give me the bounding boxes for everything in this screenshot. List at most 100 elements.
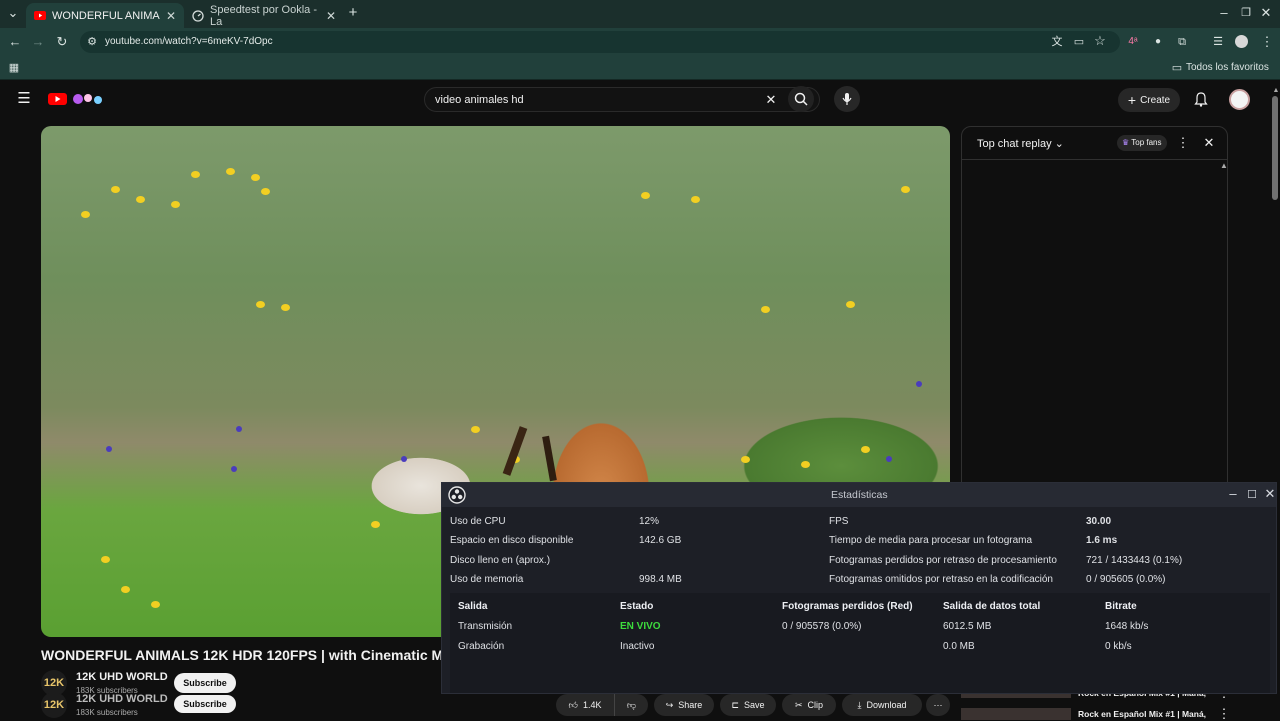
- tab-strip: ⌄ WONDERFUL ANIMA ✕ Speedtest por Ookla …: [0, 0, 1280, 28]
- subscribe-button[interactable]: Subscribe: [174, 673, 236, 693]
- channel-name[interactable]: 12K UHD WORLD: [76, 693, 168, 705]
- recommended-title[interactable]: Rock en Español Mix #1 | Maná,: [1078, 709, 1206, 719]
- share-icon: ↪: [665, 699, 674, 710]
- all-bookmarks-link[interactable]: Todos los favoritos: [1186, 62, 1269, 73]
- top-fans-label: Top fans: [1131, 138, 1162, 147]
- stat-skipped-frames-value: 0 / 905605 (0.0%): [1086, 574, 1166, 585]
- profile-avatar[interactable]: [1235, 35, 1248, 48]
- clear-search-icon[interactable]: ✕: [763, 93, 779, 107]
- more-actions-button[interactable]: ⋯: [926, 694, 950, 716]
- row-status: Inactivo: [620, 641, 655, 652]
- tab-youtube[interactable]: WONDERFUL ANIMA ✕: [26, 3, 184, 28]
- chat-menu-icon[interactable]: ⋮: [1175, 136, 1191, 150]
- obs-window-title: Estadísticas: [831, 489, 888, 501]
- back-icon[interactable]: ←: [7, 35, 23, 49]
- stat-lagged-frames-label: Fotogramas perdidos por retraso de proce…: [829, 555, 1057, 566]
- download-button[interactable]: ⤓ Download: [842, 694, 922, 716]
- forward-icon[interactable]: →: [30, 35, 46, 49]
- stat-disk-label: Espacio en disco disponible: [450, 535, 574, 546]
- chat-scroll-up-icon[interactable]: ▲: [1216, 159, 1232, 173]
- scissors-icon: ✂: [794, 699, 803, 710]
- voice-search-button[interactable]: [834, 86, 860, 112]
- close-window-icon[interactable]: ✕: [1258, 6, 1274, 20]
- obs-minimize-icon[interactable]: –: [1225, 487, 1241, 501]
- cast-icon[interactable]: ▭: [1071, 35, 1087, 49]
- reading-list-icon[interactable]: ☰: [1210, 35, 1226, 49]
- recommended-menu-icon[interactable]: ⋮: [1216, 707, 1232, 721]
- thumbs-up-icon: 👍︎: [568, 699, 578, 710]
- stat-render-time-label: Tiempo de media para procesar un fotogra…: [829, 535, 1033, 546]
- stat-disk-value: 142.6 GB: [639, 535, 682, 546]
- hamburger-menu-icon[interactable]: ☰: [16, 91, 32, 106]
- obs-maximize-icon[interactable]: ☐: [1244, 488, 1260, 502]
- close-chat-icon[interactable]: ✕: [1201, 136, 1217, 150]
- tab-title: WONDERFUL ANIMA: [52, 9, 160, 22]
- search-box[interactable]: ✕: [424, 87, 820, 112]
- obs-titlebar[interactable]: Estadísticas – ☐ ✕: [442, 483, 1276, 507]
- extensions-icon[interactable]: ⧉: [1174, 35, 1190, 49]
- new-tab-icon[interactable]: +: [345, 5, 361, 20]
- account-avatar[interactable]: [1229, 89, 1250, 110]
- row-output: Transmisión: [458, 621, 513, 632]
- minimize-icon[interactable]: –: [1216, 6, 1232, 20]
- clip-label: Clip: [807, 700, 824, 710]
- apps-grid-icon[interactable]: ▦: [6, 61, 22, 75]
- site-info-icon[interactable]: ⚙: [84, 35, 100, 49]
- save-button[interactable]: ⊏ Save: [720, 694, 776, 716]
- channel-name[interactable]: 12K UHD WORLD: [76, 671, 168, 683]
- stat-skipped-frames-label: Fotogramas omitidos por retraso en la co…: [829, 574, 1053, 585]
- thumbs-down-icon: 👎︎: [626, 699, 637, 710]
- extension-a-icon[interactable]: 4ᵃ: [1125, 35, 1141, 49]
- column-header: Fotogramas perdidos (Red): [782, 601, 913, 612]
- search-icon: [794, 92, 808, 106]
- row-output: Grabación: [458, 641, 505, 652]
- chat-mode-dropdown[interactable]: Top chat replay ⌄: [977, 137, 1064, 150]
- tab-speedtest[interactable]: Speedtest por Ookla - La ✕: [184, 3, 344, 28]
- obs-output-table: Salida Estado Fotogramas perdidos (Red) …: [450, 593, 1270, 693]
- channel-avatar[interactable]: 12K: [41, 692, 67, 718]
- save-label: Save: [744, 700, 765, 710]
- youtube-logo[interactable]: [48, 92, 108, 106]
- translate-icon[interactable]: 文: [1049, 35, 1065, 49]
- row-dropped: 0 / 905578 (0.0%): [782, 621, 862, 632]
- browser-menu-icon[interactable]: ⋮: [1259, 35, 1275, 49]
- chevron-down-icon: ⌄: [1054, 138, 1064, 150]
- recommended-thumbnail[interactable]: [961, 708, 1071, 720]
- stat-cpu-label: Uso de CPU: [450, 516, 506, 527]
- close-tab-icon[interactable]: ✕: [166, 9, 176, 23]
- search-button[interactable]: [788, 86, 814, 112]
- speedtest-icon: [192, 9, 204, 22]
- column-header: Salida de datos total: [943, 601, 1041, 612]
- stat-render-time-value: 1.6 ms: [1086, 535, 1118, 546]
- top-fans-button[interactable]: ♛ Top fans: [1117, 135, 1167, 151]
- address-bar[interactable]: ⚙ youtube.com/watch?v=6meKV-7dOpc: [80, 31, 1120, 53]
- dislike-button[interactable]: 👎︎: [614, 694, 648, 716]
- subscribe-button[interactable]: Subscribe: [174, 695, 236, 713]
- folder-icon: ▭: [1171, 62, 1183, 74]
- url-text[interactable]: youtube.com/watch?v=6meKV-7dOpc: [105, 36, 273, 47]
- reload-icon[interactable]: ↻: [54, 35, 70, 49]
- bookmark-star-icon[interactable]: ☆: [1092, 34, 1108, 48]
- scroll-up-icon[interactable]: ▲: [1268, 84, 1280, 98]
- subscriber-count: 183K subscribers: [76, 708, 138, 717]
- restore-icon[interactable]: ❐: [1238, 6, 1254, 20]
- row-bitrate: 0 kb/s: [1105, 641, 1132, 652]
- notifications-bell-icon[interactable]: [1193, 92, 1209, 110]
- search-input[interactable]: [435, 91, 755, 109]
- clip-button[interactable]: ✂ Clip: [782, 694, 836, 716]
- download-label: Download: [866, 700, 907, 710]
- like-button[interactable]: 👍︎ 1.4K: [556, 694, 614, 716]
- plus-icon: +: [1127, 92, 1137, 108]
- stat-lagged-frames-value: 721 / 1433443 (0.1%): [1086, 555, 1183, 566]
- create-button[interactable]: + Create: [1118, 88, 1180, 112]
- close-tab-icon[interactable]: ✕: [326, 9, 336, 23]
- like-count: 1.4K: [582, 700, 602, 710]
- share-label: Share: [678, 700, 703, 710]
- tab-search-icon[interactable]: ⌄: [5, 6, 21, 20]
- extension-b-icon[interactable]: ●: [1150, 35, 1166, 49]
- stat-memory-value: 998.4 MB: [639, 574, 682, 585]
- obs-close-icon[interactable]: ✕: [1262, 487, 1278, 501]
- page-scrollbar-thumb[interactable]: [1272, 96, 1278, 200]
- column-header: Bitrate: [1105, 601, 1137, 612]
- share-button[interactable]: ↪ Share: [654, 694, 714, 716]
